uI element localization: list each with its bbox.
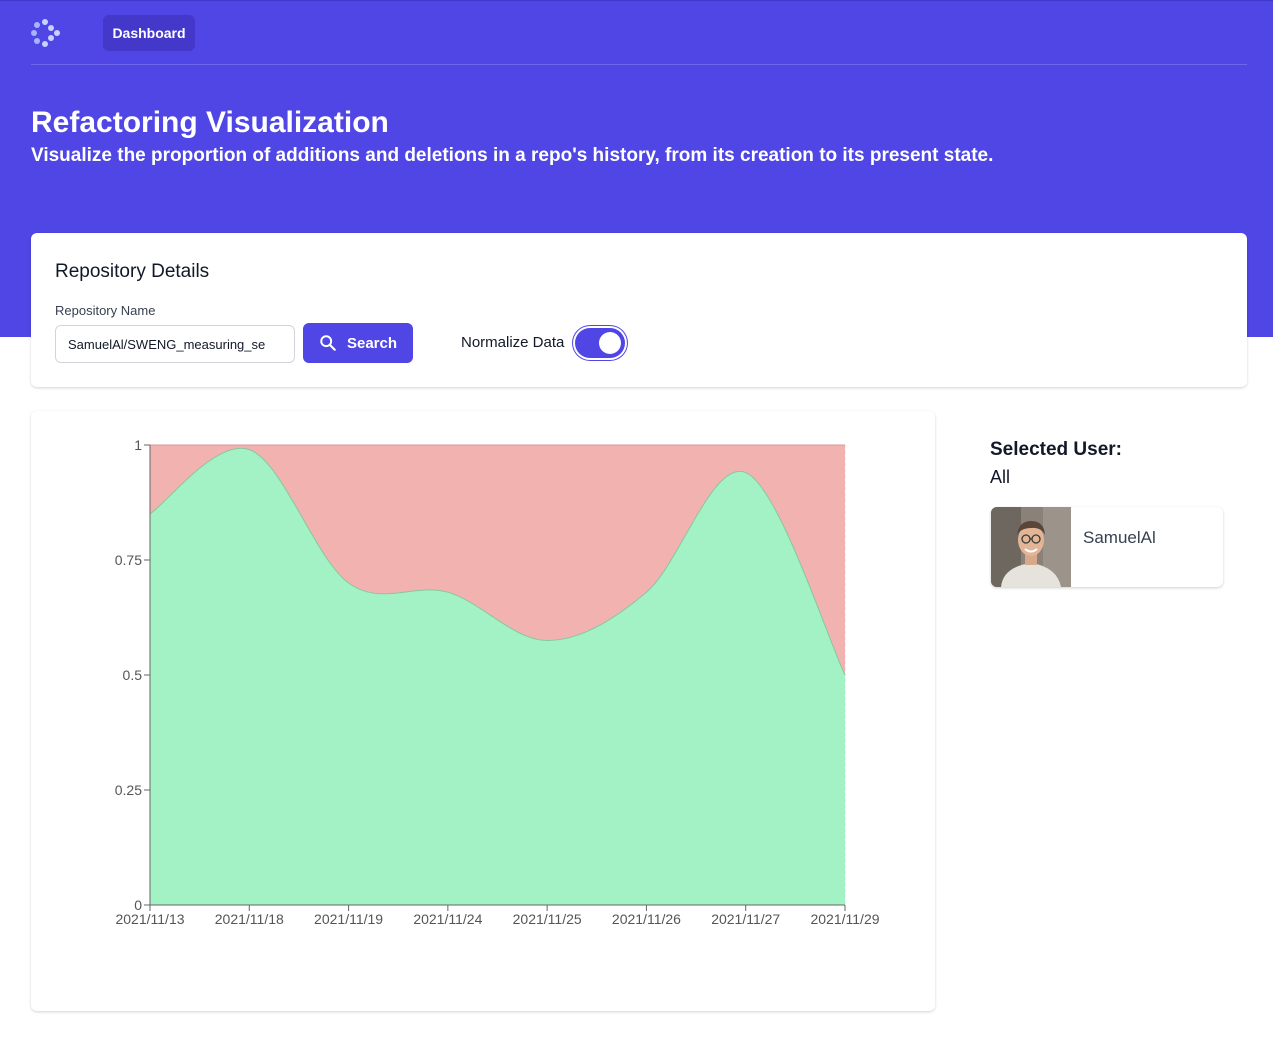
x-tick-label: 2021/11/18: [215, 911, 284, 927]
repository-name-label: Repository Name: [55, 303, 156, 318]
y-tick-label: 0.25: [115, 782, 142, 798]
x-tick-label: 2021/11/24: [413, 911, 482, 927]
x-tick-label: 2021/11/29: [810, 911, 879, 927]
area-chart: 00.250.50.7512021/11/13 2021/11/18 2021/11…: [115, 437, 880, 927]
selected-user-title: Selected User:: [990, 439, 1123, 460]
x-tick-label: 2021/11/26: [612, 911, 681, 927]
y-tick-label: 1: [134, 437, 142, 453]
search-button-label: Search: [346, 334, 398, 352]
y-tick-label: 0.5: [123, 667, 143, 683]
chart-card: 0 0.25 0.5 0.75 1 2021/11/13 2021/11/18 2021/11…: [31, 411, 935, 1011]
x-tick-label: 2021/11/13: [115, 911, 184, 927]
repository-details-card: Repository Details Repository Name Searc…: [31, 233, 1247, 387]
navbar: Dashboard: [31, 0, 1247, 65]
dots-chevron-logo-icon[interactable]: [31, 17, 63, 49]
x-tick-label: 2021/11/25: [513, 911, 582, 927]
page-subtitle: Visualize the proportion of additions an…: [31, 145, 994, 166]
x-tick-label: 2021/11/27: [711, 911, 780, 927]
repository-details-title: Repository Details: [55, 261, 210, 282]
avatar: [991, 507, 1071, 587]
normalize-data-label: Normalize Data: [461, 334, 565, 351]
search-button[interactable]: Search: [303, 323, 413, 363]
selected-user-value: All: [990, 467, 1011, 487]
x-tick-label: 2021/11/19: [314, 911, 383, 927]
y-tick-label: 0.75: [115, 552, 142, 568]
toggle-knob: [599, 332, 621, 354]
chart-areas: [149, 444, 846, 905]
repository-name-input[interactable]: [55, 325, 295, 363]
user-name: SamuelAl: [1083, 528, 1156, 547]
search-icon: [320, 335, 336, 351]
nav-dashboard-link[interactable]: Dashboard: [103, 15, 195, 51]
user-card[interactable]: SamuelAl: [991, 507, 1223, 587]
page-title: Refactoring Visualization: [31, 106, 389, 139]
normalize-data-toggle[interactable]: [575, 328, 625, 358]
